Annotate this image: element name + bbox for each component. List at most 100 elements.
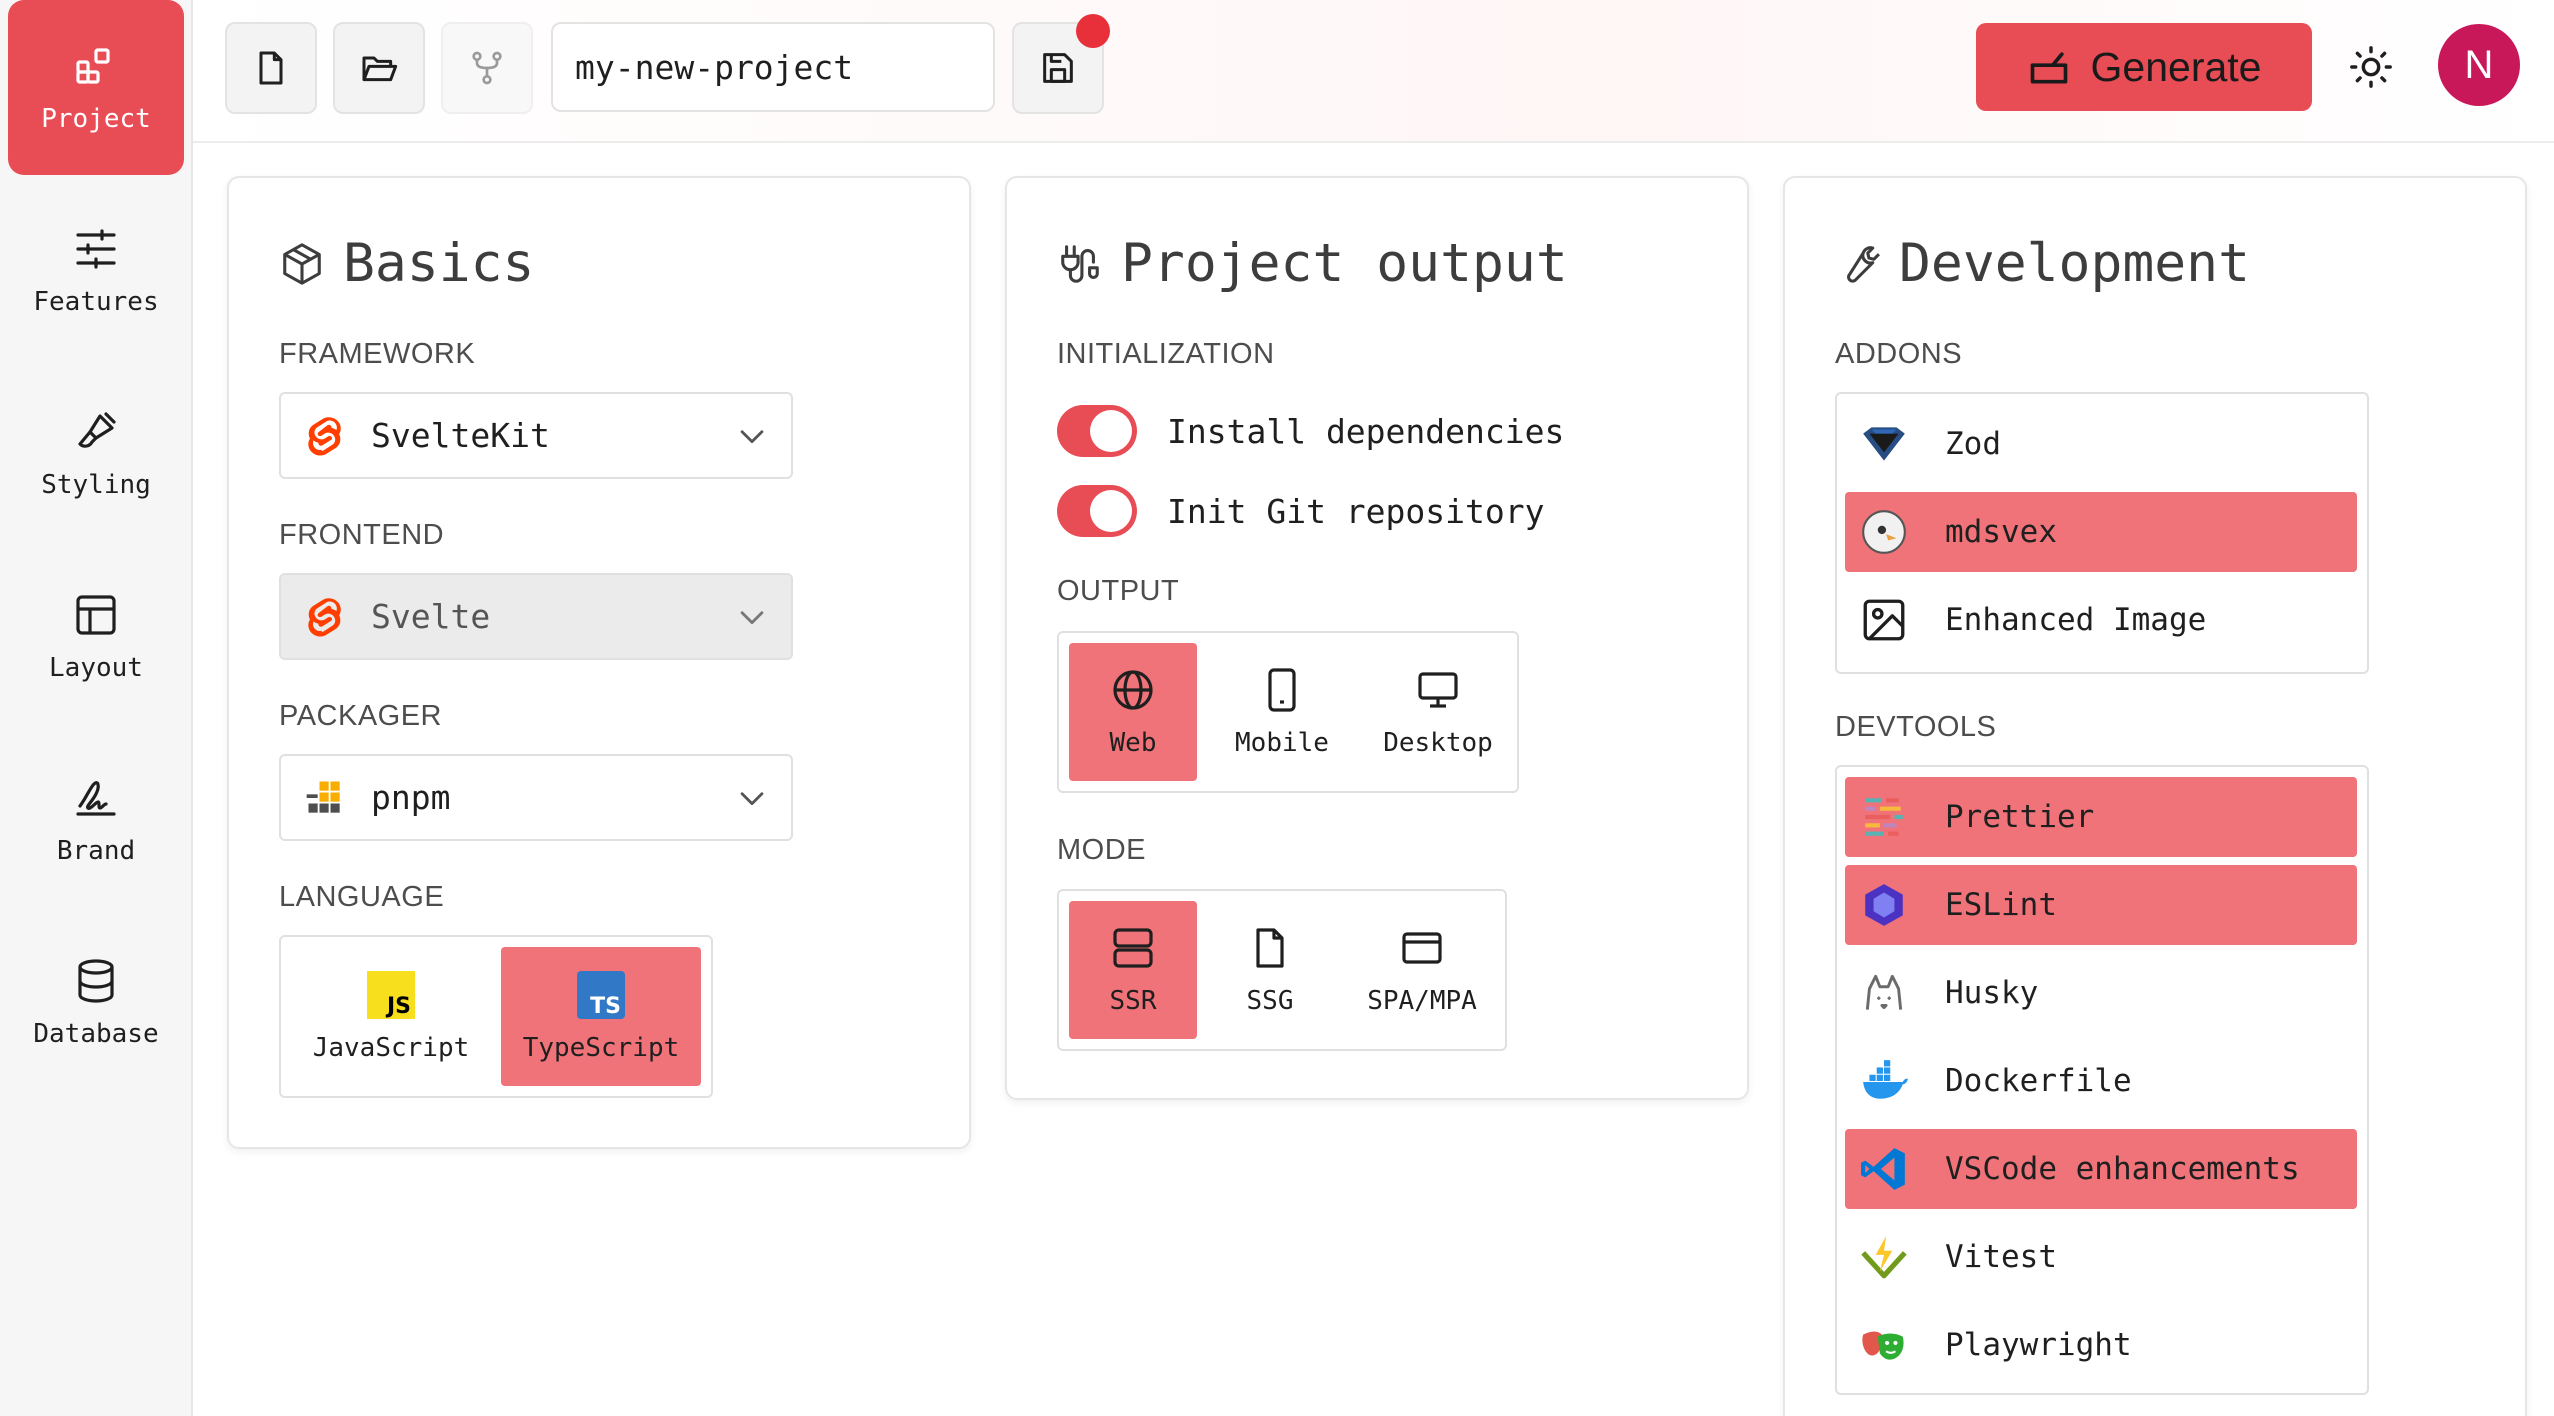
sliders-icon <box>76 228 116 269</box>
sidebar-item-label: Features <box>33 286 159 317</box>
mode-label: MODE <box>1057 834 1146 866</box>
sidebar-item-styling[interactable]: Styling <box>8 366 184 541</box>
package-icon <box>283 242 321 285</box>
file-icon <box>259 51 283 85</box>
addon-mdsvex[interactable]: mdsvex <box>1845 492 2357 572</box>
language-label: LANGUAGE <box>279 881 445 913</box>
frontend-label: FRONTEND <box>279 519 445 551</box>
basics-title: Basics <box>279 233 534 294</box>
database-icon <box>78 958 114 1003</box>
fork-button[interactable] <box>441 22 533 114</box>
mode-group: SSR SSG SPA/MPA <box>1057 889 1507 1051</box>
sidebar-item-project[interactable]: Project <box>8 0 184 175</box>
sidebar-item-brand[interactable]: Brand <box>8 732 184 907</box>
generate-button[interactable]: Generate <box>1976 23 2312 111</box>
signature-icon <box>76 780 116 816</box>
devtools-label: DEVTOOLS <box>1835 711 1997 743</box>
language-typescript[interactable]: TS TypeScript <box>501 947 701 1086</box>
packager-value: pnpm <box>371 778 451 817</box>
monitor-icon <box>1418 672 1458 708</box>
frontend-value: Svelte <box>371 597 491 636</box>
sidebar: Project Features Styling Layout Brand Da… <box>0 0 193 1416</box>
initialization-label: INITIALIZATION <box>1057 338 1275 370</box>
sidebar-item-features[interactable]: Features <box>8 183 184 358</box>
mode-spa-mpa[interactable]: SPA/MPA <box>1343 901 1501 1039</box>
server-icon <box>1113 928 1153 968</box>
sidebar-item-database[interactable]: Database <box>8 915 184 1090</box>
install-dependencies-toggle[interactable] <box>1057 405 1137 457</box>
mode-ssg[interactable]: SSG <box>1205 901 1335 1039</box>
vitest-logo-icon <box>1861 1236 1907 1279</box>
sidebar-item-layout[interactable]: Layout <box>8 549 184 724</box>
devtool-dockerfile[interactable]: Dockerfile <box>1845 1041 2357 1121</box>
devtool-playwright[interactable]: Playwright <box>1845 1305 2357 1385</box>
devtool-vitest[interactable]: Vitest <box>1845 1217 2357 1297</box>
svg-text:TS: TS <box>590 994 621 1019</box>
svg-text:JS: JS <box>385 994 411 1019</box>
devtool-eslint[interactable]: ESLint <box>1845 865 2357 945</box>
theme-toggle-sun-icon[interactable] <box>2348 44 2394 90</box>
project-output-title: Project output <box>1057 233 1568 294</box>
file-icon <box>1256 928 1284 968</box>
addon-enhanced-image[interactable]: Enhanced Image <box>1845 580 2357 660</box>
new-file-button[interactable] <box>225 22 317 114</box>
typescript-logo-icon: TS <box>577 970 625 1019</box>
user-avatar[interactable]: N <box>2438 24 2520 106</box>
prettier-logo-icon <box>1865 798 1903 836</box>
output-desktop[interactable]: Desktop <box>1363 643 1513 781</box>
development-card: Development ADDONS Zod mdsvex Enhanced I… <box>1783 176 2527 1416</box>
framework-select[interactable]: SvelteKit <box>279 392 793 479</box>
frontend-select: Svelte <box>279 573 793 660</box>
sidebar-item-label: Project <box>41 103 151 134</box>
init-git-label: Init Git repository <box>1167 491 1545 531</box>
unsaved-indicator <box>1076 14 1110 48</box>
output-target-group: Web Mobile Desktop <box>1057 631 1519 793</box>
output-web[interactable]: Web <box>1069 643 1197 781</box>
zod-logo-icon <box>1863 427 1905 461</box>
wrench-icon <box>1847 245 1880 283</box>
mdsvex-logo-icon <box>1862 510 1906 554</box>
browser-window-icon <box>1402 932 1442 964</box>
output-mobile[interactable]: Mobile <box>1207 643 1357 781</box>
docker-logo-icon <box>1863 1060 1908 1099</box>
chevron-down-icon <box>740 429 764 443</box>
install-dependencies-label: Install dependencies <box>1167 411 1565 451</box>
init-git-toggle[interactable] <box>1057 485 1137 537</box>
plug-icon <box>1061 244 1099 283</box>
addons-list: Zod mdsvex Enhanced Image <box>1835 392 2369 674</box>
project-name-input[interactable] <box>551 22 995 112</box>
language-group: JS JavaScript TS TypeScript <box>279 935 713 1098</box>
install-dependencies-row: Install dependencies <box>1057 405 1564 457</box>
avatar-initial: N <box>2464 42 2494 87</box>
sidebar-item-label: Brand <box>56 835 136 866</box>
devtool-prettier[interactable]: Prettier <box>1845 777 2357 857</box>
javascript-logo-icon: JS <box>367 970 415 1019</box>
mode-ssr[interactable]: SSR <box>1069 901 1197 1039</box>
packager-select[interactable]: pnpm <box>279 754 793 841</box>
globe-icon <box>1113 670 1153 710</box>
sidebar-item-label: Database <box>33 1018 159 1049</box>
image-icon <box>1863 599 1905 641</box>
smartphone-icon <box>1268 668 1296 712</box>
eslint-logo-icon <box>1865 884 1903 926</box>
development-title: Development <box>1835 233 2250 294</box>
project-icon <box>76 47 110 84</box>
chevron-down-icon <box>740 791 764 805</box>
open-folder-button[interactable] <box>333 22 425 114</box>
devtools-list: Prettier ESLint Husky Dockerfile VSCode … <box>1835 765 2369 1395</box>
output-label: OUTPUT <box>1057 575 1180 607</box>
addon-zod[interactable]: Zod <box>1845 404 2357 484</box>
project-output-card: Project output INITIALIZATION Install de… <box>1005 176 1749 1100</box>
save-icon <box>1043 53 1073 83</box>
language-javascript[interactable]: JS JavaScript <box>291 947 491 1086</box>
devtool-vscode[interactable]: VSCode enhancements <box>1845 1129 2357 1209</box>
init-git-row: Init Git repository <box>1057 485 1545 537</box>
brush-icon <box>78 411 116 448</box>
devtool-husky[interactable]: Husky <box>1845 953 2357 1033</box>
sidebar-item-label: Styling <box>41 469 151 500</box>
chevron-down-icon <box>740 610 764 624</box>
framework-value: SvelteKit <box>371 416 550 455</box>
framework-label: FRAMEWORK <box>279 338 476 370</box>
svelte-logo-icon <box>308 416 341 456</box>
git-fork-icon <box>472 51 502 85</box>
